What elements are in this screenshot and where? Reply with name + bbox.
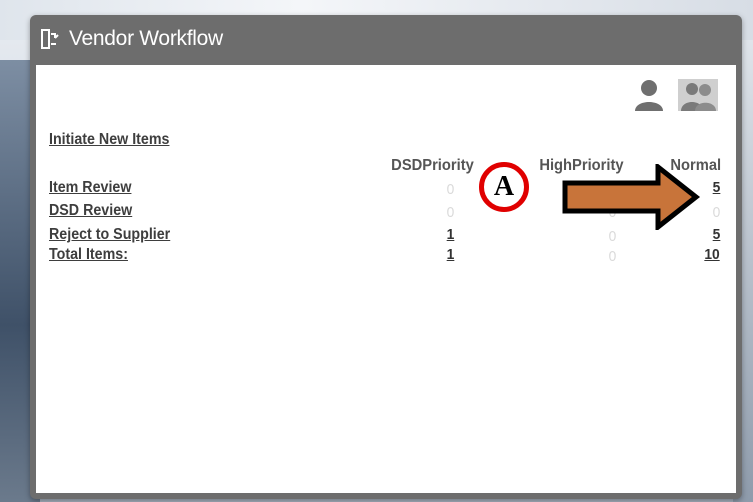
- cell-link[interactable]: 5: [712, 179, 720, 196]
- vendor-workflow-panel: Vendor Workflow Initiate New Items DSDPr…: [30, 15, 742, 499]
- user-toggle-group: [634, 79, 718, 111]
- panel-titlebar: Vendor Workflow: [30, 15, 742, 63]
- panel-content: Initiate New Items DSDPriority HighPrior…: [36, 65, 736, 493]
- row-link-item-review[interactable]: Item Review: [49, 179, 131, 197]
- cell-link[interactable]: 10: [705, 246, 720, 263]
- cell-value: 0: [608, 228, 616, 245]
- cell-link[interactable]: 5: [712, 226, 720, 243]
- annotation-marker-a: A: [479, 162, 529, 212]
- cell-link[interactable]: 1: [446, 226, 454, 243]
- initiate-new-items-link[interactable]: Initiate New Items: [49, 131, 169, 149]
- cell-link[interactable]: 1: [446, 246, 454, 263]
- cell-value: 0: [446, 181, 454, 198]
- cell-value: 0: [446, 204, 454, 221]
- cell-value: 0: [608, 248, 616, 265]
- annotation-arrow-icon: [562, 164, 701, 230]
- single-user-icon[interactable]: [634, 79, 664, 111]
- row-link-reject-to-supplier[interactable]: Reject to Supplier: [49, 226, 170, 244]
- col-header-dsdpriority: DSDPriority: [391, 157, 474, 174]
- row-link-dsd-review[interactable]: DSD Review: [49, 202, 132, 220]
- panel-title: Vendor Workflow: [69, 27, 223, 50]
- row-link-total-items[interactable]: Total Items:: [49, 246, 128, 264]
- cell-value: 0: [712, 204, 720, 221]
- workflow-icon: [39, 28, 61, 50]
- group-users-icon[interactable]: [678, 79, 718, 111]
